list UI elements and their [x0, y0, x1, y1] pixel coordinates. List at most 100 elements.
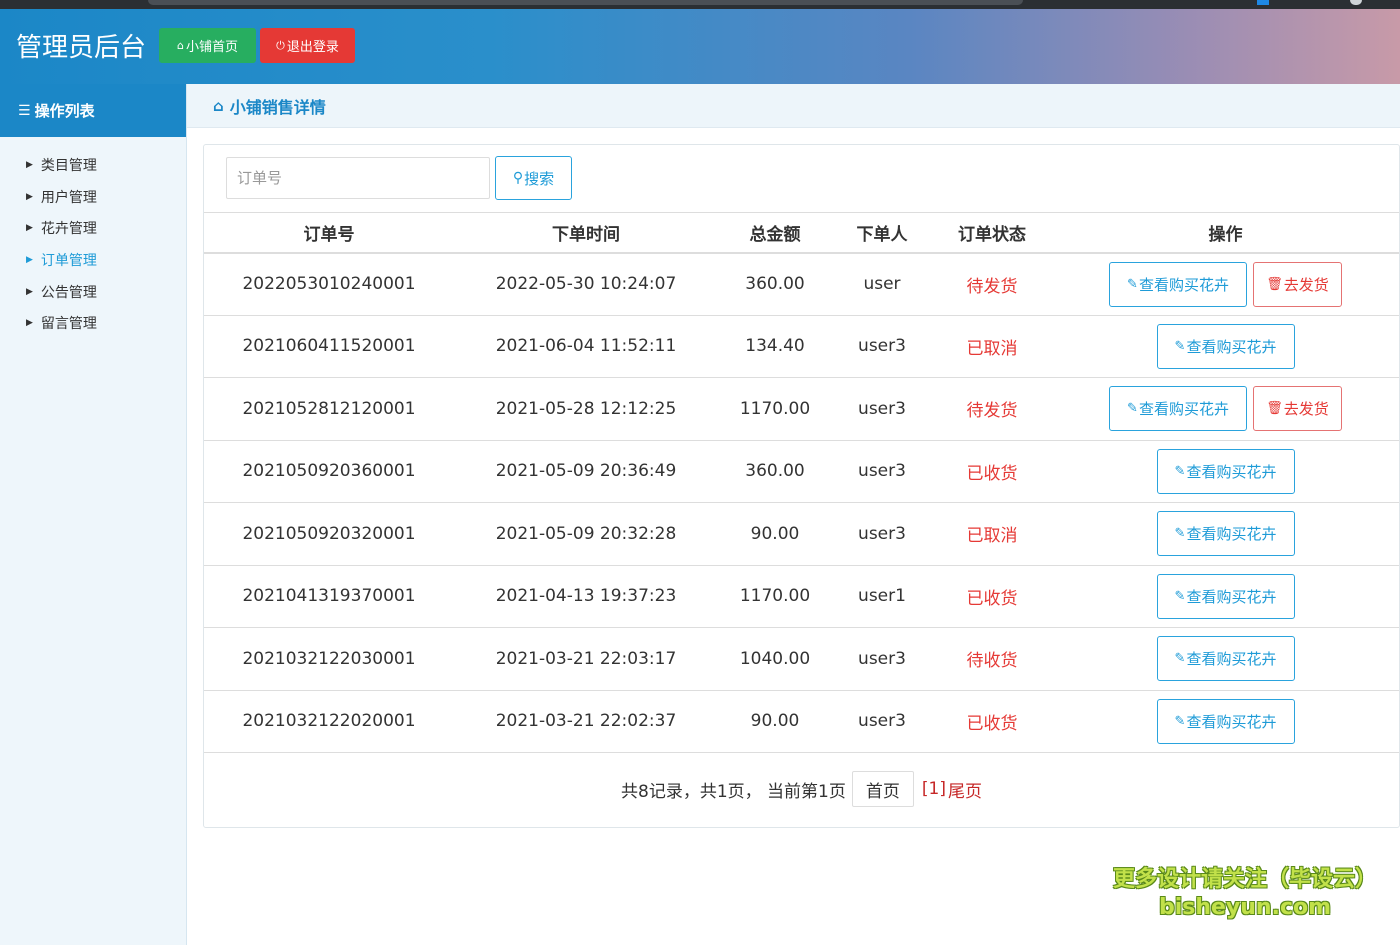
table-row: 2021032122020001 2021-03-21 22:02:37 90.00…	[204, 690, 1399, 753]
order-status: 待发货	[932, 377, 1052, 441]
orders-panel: ⚲ 搜索 订单号 下单时间 总金额 下单人 订单状态 操作 2022053010…	[203, 144, 1400, 828]
view-flowers-button[interactable]: ✎ 查看购买花卉	[1109, 261, 1247, 307]
order-number: 2021060411520001	[204, 315, 454, 378]
ship-order-button[interactable]: 🗑 去发货	[1253, 261, 1342, 307]
order-status: 待发货	[932, 252, 1052, 316]
sidebar-item-flowers[interactable]: ▶ 花卉管理	[0, 212, 186, 244]
edit-icon: ✎	[1174, 526, 1186, 542]
column-header: 下单时间	[454, 212, 718, 254]
search-button[interactable]: ⚲ 搜索	[495, 156, 572, 200]
order-number: 2021050920360001	[204, 440, 454, 503]
view-flowers-button[interactable]: ✎ 查看购买花卉	[1156, 636, 1295, 682]
ship-order-button[interactable]: 🗑 去发货	[1253, 386, 1342, 432]
pagination: 共8记录，共1页， 当前第1页 首页 [1] 尾页	[204, 771, 1399, 807]
column-header: 订单状态	[932, 212, 1052, 254]
order-status: 已取消	[932, 502, 1052, 566]
order-time: 2021-05-09 20:32:28	[454, 502, 718, 566]
power-icon: ⏻	[276, 38, 285, 52]
order-number: 2021052812120001	[204, 377, 454, 441]
table-header-row: 订单号 下单时间 总金额 下单人 订单状态 操作	[204, 212, 1399, 254]
shop-home-label: 小铺首页	[185, 40, 238, 55]
row-actions: ✎ 查看购买花卉	[1053, 698, 1398, 744]
shop-home-button[interactable]: ⌂ 小铺首页	[159, 28, 256, 63]
table-row: 2021032122030001 2021-03-21 22:03:17 1040.…	[204, 627, 1399, 691]
caret-right-icon: ▶	[26, 159, 33, 170]
view-flowers-button[interactable]: ✎ 查看购买花卉	[1156, 698, 1295, 744]
logout-label: 退出登录	[286, 40, 339, 55]
browser-indicator	[1257, 0, 1269, 5]
order-operations: ✎ 查看购买花卉 🗑 去发货	[1052, 252, 1399, 316]
edit-icon: ✎	[1174, 463, 1186, 479]
table-row: 2021050920360001 2021-05-09 20:36:49 360.0…	[204, 440, 1399, 503]
row-actions: ✎ 查看购买花卉	[1053, 573, 1398, 619]
order-operations: ✎ 查看购买花卉	[1052, 565, 1399, 628]
order-number: 2022053010240001	[204, 252, 454, 316]
view-flowers-button[interactable]: ✎ 查看购买花卉	[1156, 511, 1295, 557]
edit-icon: ✎	[1127, 276, 1138, 292]
view-flowers-button[interactable]: ✎ 查看购买花卉	[1109, 386, 1247, 432]
order-user: user3	[832, 690, 932, 753]
order-amount: 134.40	[718, 315, 832, 378]
row-actions: ✎ 查看购买花卉	[1053, 636, 1398, 682]
logout-button[interactable]: ⏻ 退出登录	[260, 28, 355, 63]
sidebar-item-users[interactable]: ▶ 用户管理	[0, 181, 186, 213]
watermark-line: 更多设计请关注（毕设云）	[1112, 867, 1377, 892]
sidebar-menu: ▶ 类目管理 ▶ 用户管理 ▶ 花卉管理 ▶ 订单管理 ▶ 公告管理 ▶ 留言管理	[0, 137, 186, 339]
search-icon: ⚲	[512, 170, 524, 186]
main-content: ⌂ 小铺销售详情 ⚲ 搜索 订单号 下单时间 总金额 下单人 订单状态 操作 2…	[187, 84, 1400, 945]
view-flowers-button[interactable]: ✎ 查看购买花卉	[1156, 323, 1295, 369]
caret-right-icon: ▶	[26, 254, 33, 265]
sidebar-item-messages[interactable]: ▶ 留言管理	[0, 307, 186, 339]
breadcrumb: ⌂ 小铺销售详情	[187, 84, 1400, 128]
order-time: 2021-03-21 22:02:37	[454, 690, 718, 753]
order-operations: ✎ 查看购买花卉	[1052, 690, 1399, 753]
home-icon: ⌂	[177, 39, 184, 52]
sidebar-item-label: 类目管理	[40, 157, 97, 174]
page-title: 小铺销售详情	[229, 97, 326, 117]
watermark-line: bisheyun.com	[1158, 895, 1332, 920]
order-search-input[interactable]	[226, 157, 490, 199]
sidebar-item-label: 留言管理	[40, 316, 97, 333]
view-flowers-label: 查看购买花卉	[1186, 337, 1277, 356]
last-page-link[interactable]: 尾页	[948, 777, 982, 802]
ship-order-label: 去发货	[1283, 275, 1329, 294]
order-amount: 360.00	[718, 440, 832, 503]
order-number: 2021041319370001	[204, 565, 454, 628]
view-flowers-label: 查看购买花卉	[1186, 650, 1277, 669]
sidebar-item-label: 用户管理	[40, 189, 97, 206]
row-actions: ✎ 查看购买花卉 🗑 去发货	[1053, 386, 1398, 432]
order-time: 2021-05-09 20:36:49	[454, 440, 718, 503]
column-header: 操作	[1052, 212, 1399, 254]
sidebar-item-label: 公告管理	[40, 284, 97, 301]
sidebar-item-notices[interactable]: ▶ 公告管理	[0, 276, 186, 308]
edit-icon: ✎	[1174, 338, 1186, 354]
order-user: user3	[832, 315, 932, 378]
view-flowers-label: 查看购买花卉	[1138, 400, 1229, 419]
order-operations: ✎ 查看购买花卉	[1052, 627, 1399, 691]
order-user: user1	[832, 565, 932, 628]
order-operations: ✎ 查看购买花卉	[1052, 315, 1399, 378]
edit-icon: ✎	[1174, 651, 1186, 667]
view-flowers-button[interactable]: ✎ 查看购买花卉	[1156, 573, 1295, 619]
row-actions: ✎ 查看购买花卉 🗑 去发货	[1053, 261, 1398, 307]
sidebar-item-label: 花卉管理	[40, 221, 97, 238]
brand-title: 管理员后台	[16, 33, 147, 63]
table-row: 2022053010240001 2022-05-30 10:24:07 360.0…	[204, 252, 1399, 316]
caret-right-icon: ▶	[26, 286, 33, 297]
current-page-link[interactable]: [1]	[922, 779, 946, 799]
order-number: 2021032122030001	[204, 627, 454, 691]
order-time: 2021-06-04 11:52:11	[454, 315, 718, 378]
sidebar-item-orders[interactable]: ▶ 订单管理	[0, 244, 186, 276]
search-button-label: 搜索	[524, 169, 555, 188]
orders-table: 订单号 下单时间 总金额 下单人 订单状态 操作 202205301024000…	[204, 212, 1399, 753]
view-flowers-label: 查看购买花卉	[1186, 525, 1277, 544]
sidebar: ☰ 操作列表 ▶ 类目管理 ▶ 用户管理 ▶ 花卉管理 ▶ 订单管理 ▶ 公告管理 ▶ 留言…	[0, 84, 187, 945]
order-amount: 360.00	[718, 252, 832, 316]
caret-right-icon: ▶	[26, 223, 33, 234]
sidebar-item-category[interactable]: ▶ 类目管理	[0, 149, 186, 181]
trash-icon: 🗑	[1266, 401, 1283, 417]
view-flowers-button[interactable]: ✎ 查看购买花卉	[1156, 448, 1295, 494]
column-header: 订单号	[204, 212, 454, 254]
order-time: 2022-05-30 10:24:07	[454, 252, 718, 316]
first-page-link[interactable]: 首页	[851, 771, 914, 807]
